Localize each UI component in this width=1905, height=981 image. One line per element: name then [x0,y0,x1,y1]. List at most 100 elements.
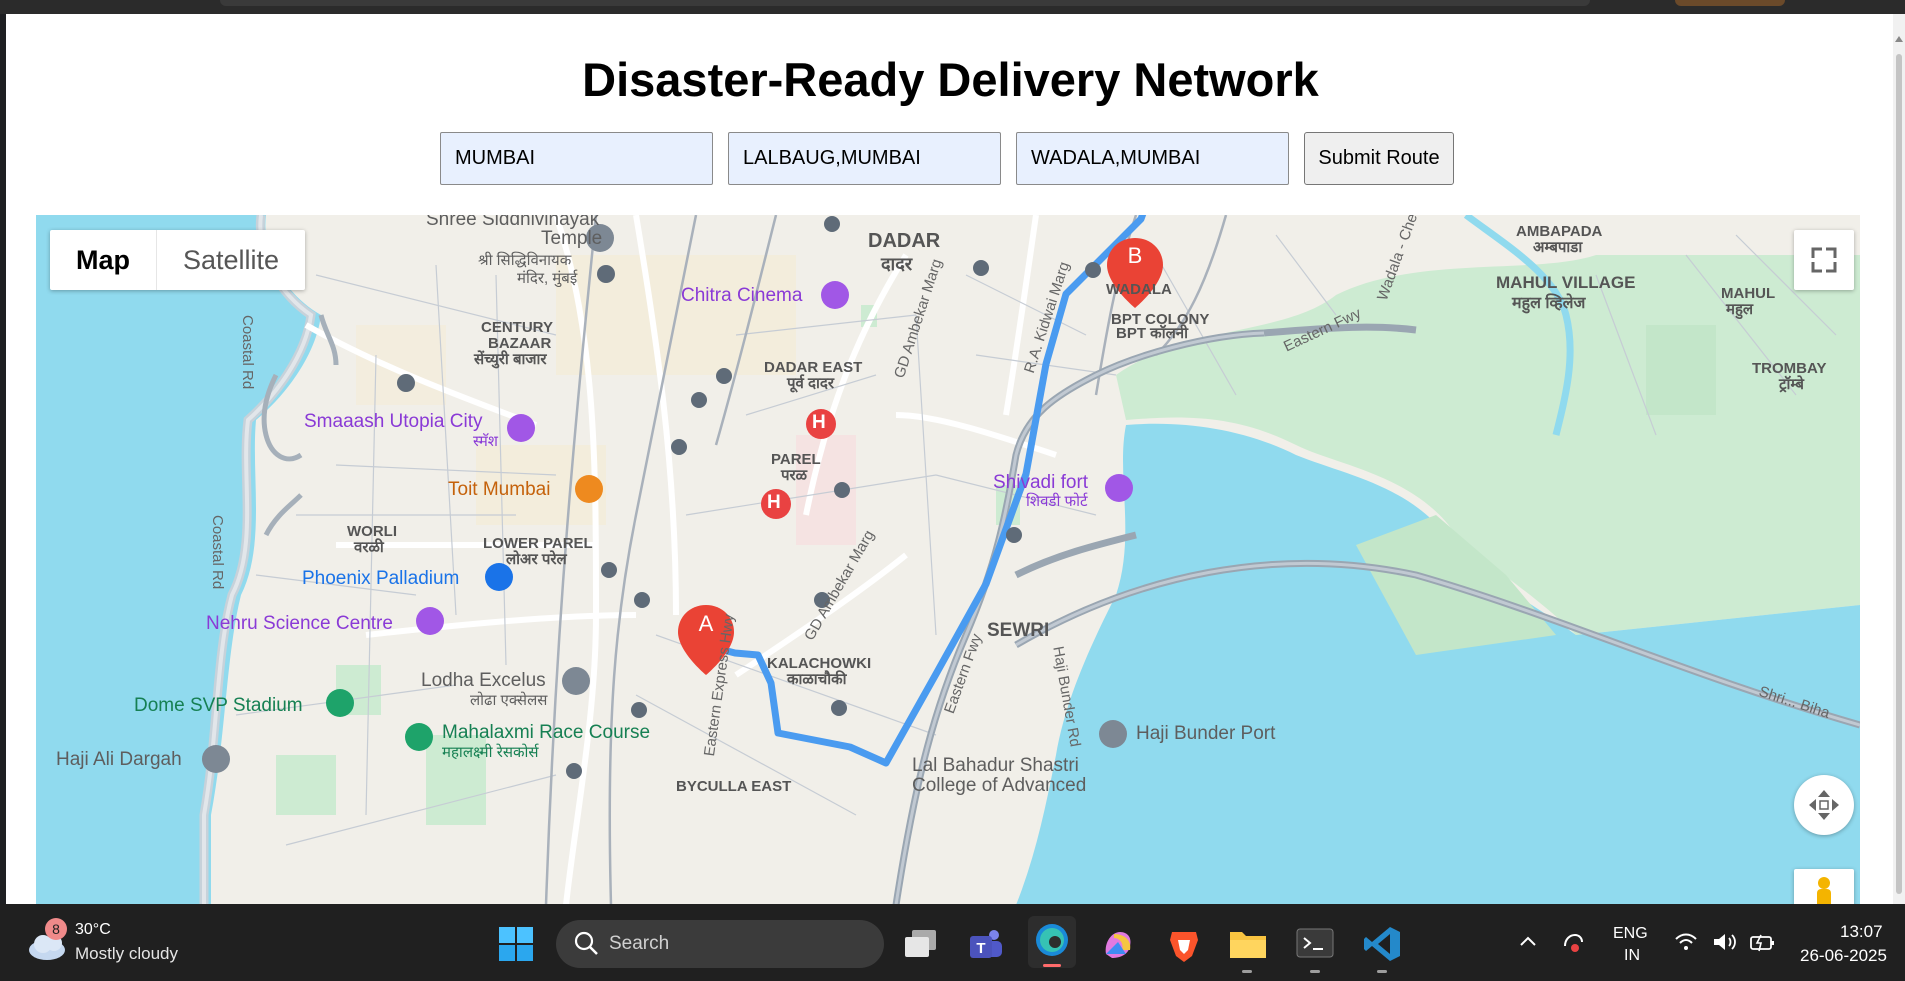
area-label: LOWER PAREL [483,535,593,552]
open-app-indicator [1310,970,1320,973]
browser-chrome-edge [0,0,1905,14]
wifi-status[interactable] [1674,931,1698,958]
hospital-icon: H [812,412,826,433]
map-type-satellite-button[interactable]: Satellite [157,230,305,290]
vscode-icon [1364,927,1400,961]
origin-input[interactable] [440,132,713,185]
area-label: KALACHOWKI [767,655,872,672]
page-scrollbar[interactable] [1893,14,1905,904]
start-button[interactable] [498,926,534,967]
marker-a-label: A [698,611,714,636]
terminal-icon [1296,928,1334,958]
poi-label: महालक्ष्मी रेसकोर्स [442,744,539,761]
area-label: महुल [1726,301,1754,318]
search-icon [574,931,598,955]
area-label: MAHUL VILLAGE [1496,273,1636,292]
speaker-icon [1714,934,1736,950]
tray-app-button[interactable] [1560,930,1586,961]
camera-control-button[interactable] [1794,775,1854,835]
poi-label: Haji Ali Dargah [56,749,182,770]
poi-label: Smaaash Utopia City [304,411,483,432]
windows-logo-icon [499,927,533,961]
language-region: IN [1624,947,1640,964]
open-app-indicator [1377,970,1387,973]
battery-status[interactable] [1749,931,1777,958]
taskbar-search-box[interactable]: Search [556,920,884,968]
area-label: CENTURY [481,319,553,336]
open-app-indicator [1242,970,1252,973]
show-hidden-icons-button[interactable] [1518,934,1538,953]
folder-icon [1230,932,1266,958]
road-label: Coastal Rd [239,315,256,390]
area-label: PAREL [771,451,821,468]
map-canvas[interactable]: A B H H DADAR दादर Shree Siddhivinayak T… [36,215,1860,904]
web-page: Disaster-Ready Delivery Network Submit R… [6,14,1895,904]
marker-b-label: B [1127,243,1143,268]
area-label: वरळी [354,539,384,556]
poi-label: श्री सिद्धिविनायक [478,252,572,269]
map-type-map-button[interactable]: Map [50,230,157,290]
destination-input[interactable] [1016,132,1289,185]
active-app-indicator [1043,964,1061,967]
area-label: दादर [881,254,913,274]
pegman-icon [1817,877,1831,904]
weather-desc: Mostly cloudy [75,944,178,963]
language-indicator[interactable]: ENG [1613,925,1648,943]
edge-button[interactable] [1028,916,1076,968]
svg-text:T: T [976,940,985,957]
file-explorer-button[interactable] [1228,926,1268,973]
weather-badge: 8 [45,918,67,940]
street-view-pegman-button[interactable] [1794,869,1854,904]
hospital-icon: H [767,492,781,513]
sync-icon [1564,933,1583,952]
poi-label: Lal Bahadur Shastri [912,755,1079,776]
clock-date[interactable]: 26-06-2025 [1800,946,1887,966]
teams-button[interactable]: T [966,924,1006,969]
page-title: Disaster-Ready Delivery Network [582,53,1319,106]
fullscreen-icon [1811,247,1837,273]
brave-button[interactable] [1164,924,1204,969]
move-arrows-icon [1809,790,1839,820]
brave-icon [1170,932,1198,962]
area-label: अम्बपाडा [1533,239,1583,256]
edge-icon [1036,924,1068,956]
area-label: BPT कॉलनी [1116,325,1188,342]
area-label: DADAR [868,230,941,252]
vscode-button[interactable] [1362,924,1402,973]
area-label: ट्रॉम्बे [1779,376,1804,393]
scroll-up-icon[interactable] [1895,36,1903,42]
chevron-up-icon [1520,936,1536,946]
poi-label: Dome SVP Stadium [134,695,303,716]
clock-time[interactable]: 13:07 [1840,922,1883,942]
area-label: BYCULLA EAST [676,778,792,795]
search-placeholder: Search [609,933,670,954]
volume-status[interactable] [1712,931,1738,958]
task-view-button[interactable] [902,926,940,967]
poi-label: Phoenix Palladium [302,568,460,589]
area-label: BAZAAR [488,335,552,352]
poi-label: Lodha Excelus [421,670,546,691]
area-label: MAHUL [1721,285,1776,302]
battery-charging-icon [1750,934,1774,952]
area-label: SEWRI [987,620,1050,641]
poi-label: Toit Mumbai [448,479,551,500]
poi-label: Nehru Science Centre [206,613,393,634]
browser-button-edge [1675,0,1785,6]
map-base-layer [36,215,1860,904]
poi-label: मंदिर, मुंबई [517,270,578,287]
teams-icon: T [970,930,1002,958]
submit-route-button[interactable]: Submit Route [1304,132,1454,185]
weather-temp: 30°C [75,921,111,938]
copilot-button[interactable] [1098,924,1138,969]
stop-input[interactable] [728,132,1001,185]
area-label: WORLI [347,523,397,540]
road-label: Coastal Rd [209,515,226,590]
area-label: WADALA [1106,281,1172,298]
scrollbar-thumb[interactable] [1896,54,1902,894]
poi-label: Mahalaxmi Race Course [442,722,651,743]
fullscreen-button[interactable] [1794,230,1854,290]
area-label: TROMBAY [1752,360,1827,377]
area-label: महुल व्हिलेज [1512,295,1586,312]
task-view-icon [905,930,936,957]
terminal-button[interactable] [1296,926,1334,973]
